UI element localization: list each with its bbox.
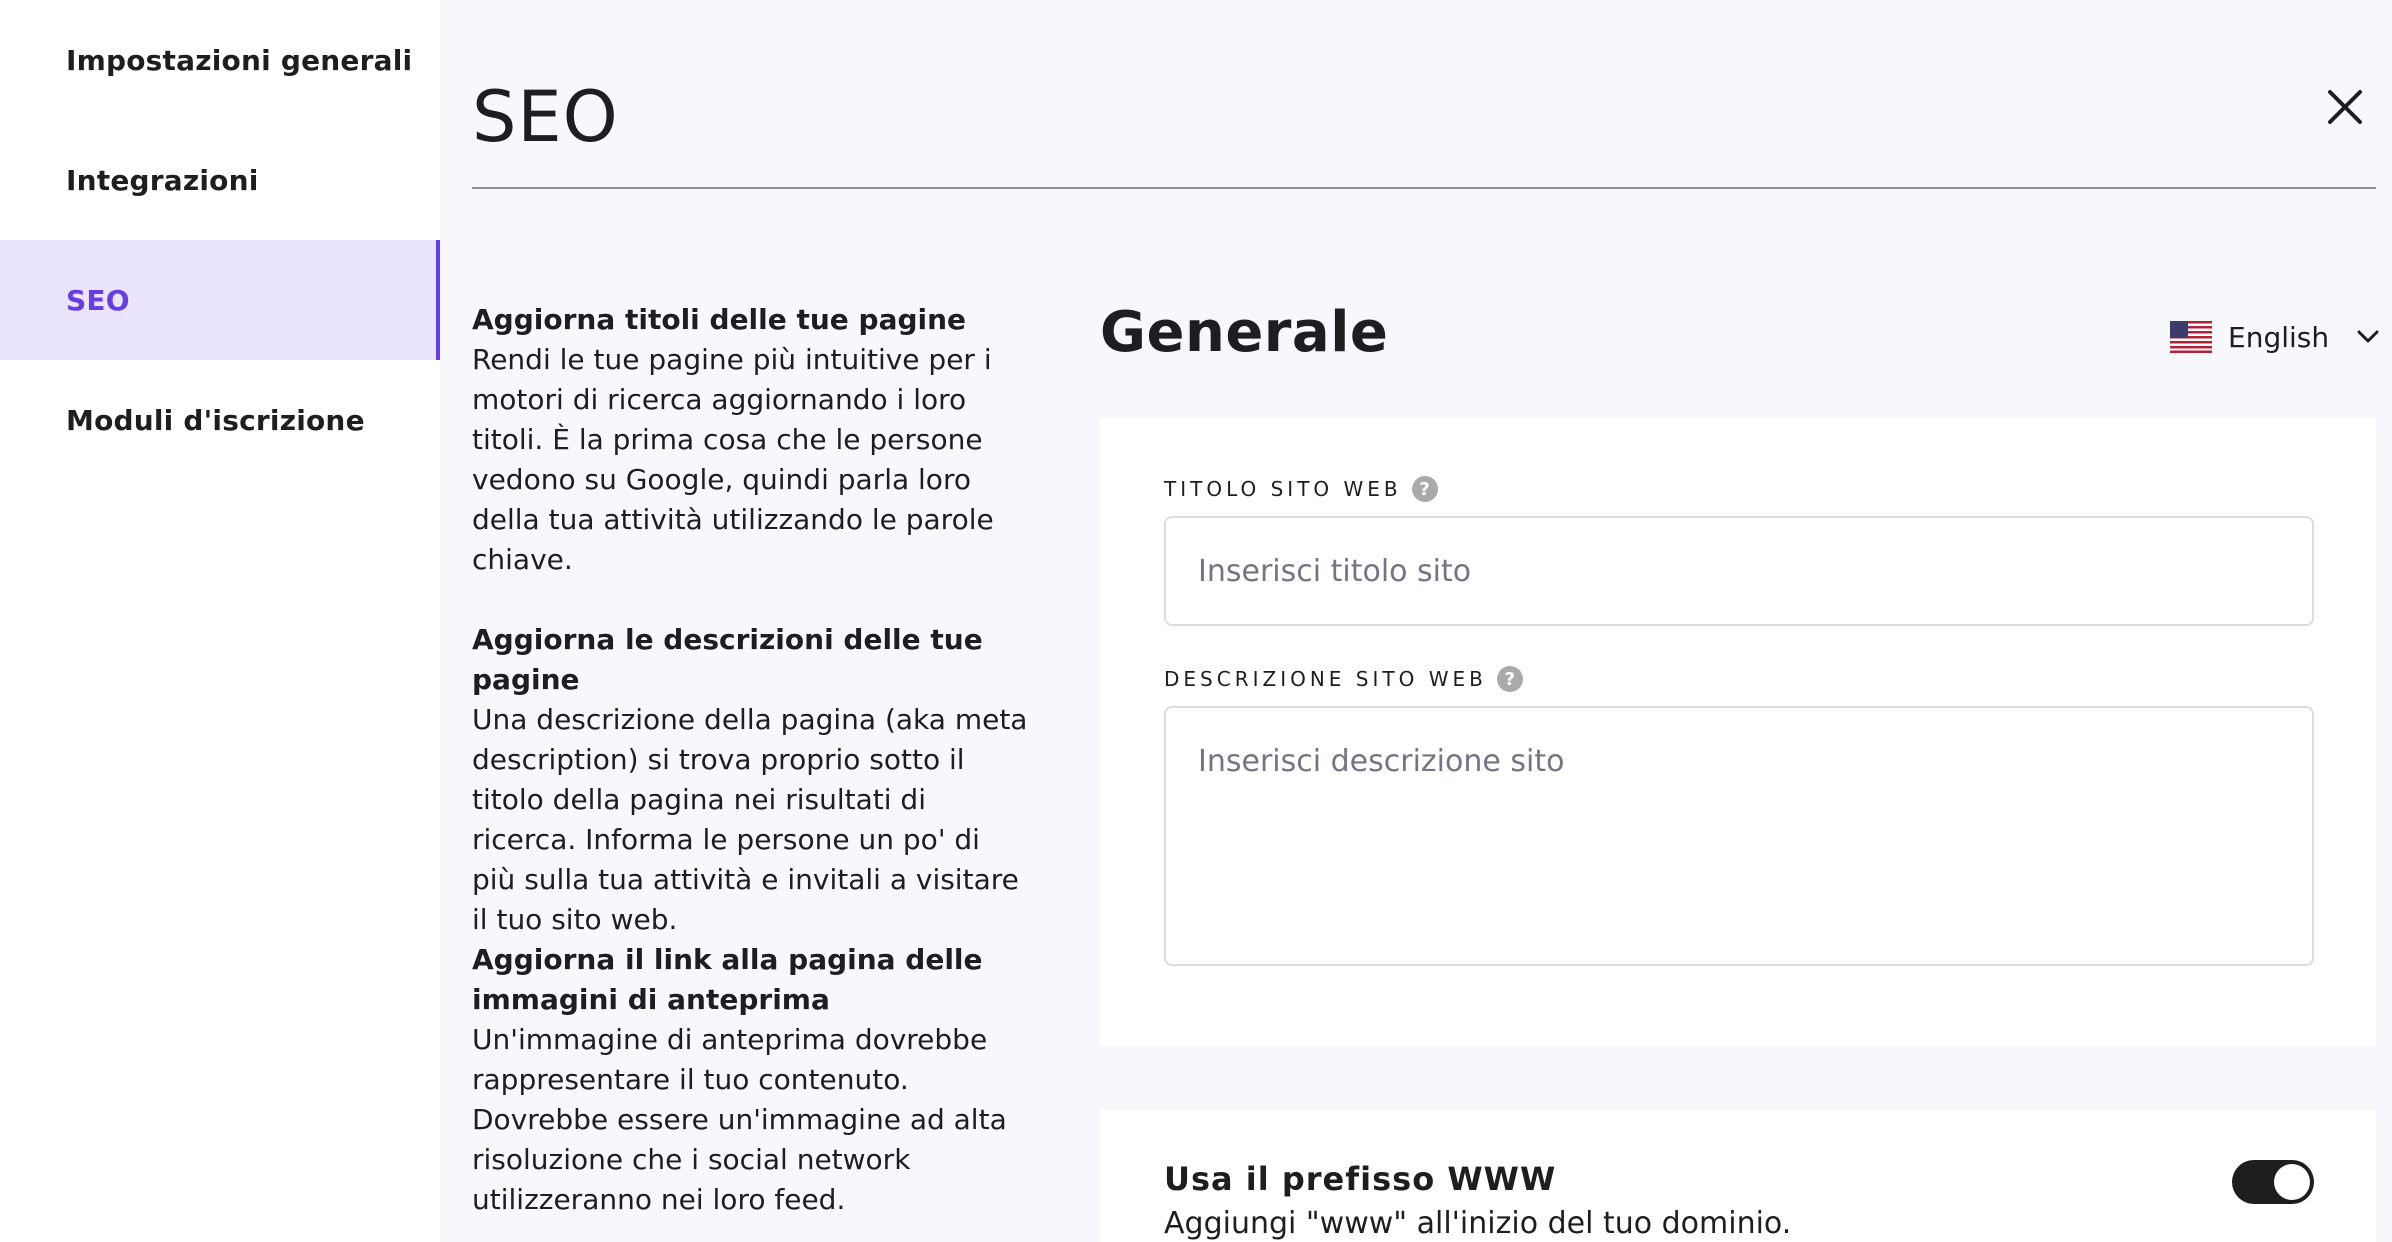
page-title: SEO <box>472 76 619 158</box>
title-divider <box>472 187 2376 189</box>
sidebar-item-general-settings[interactable]: Impostazioni generali <box>0 0 440 120</box>
close-button[interactable] <box>2320 82 2370 132</box>
site-title-label: TITOLO SITO WEB ? <box>1164 476 1438 502</box>
help-heading: Aggiorna il link alla pagina delle immag… <box>472 943 983 1016</box>
general-settings-card: TITOLO SITO WEB ? DESCRIZIONE SITO WEB ? <box>1100 418 2376 1046</box>
help-icon[interactable]: ? <box>1496 666 1523 692</box>
www-prefix-card: Usa il prefisso WWW Aggiungi "www" all'i… <box>1100 1110 2376 1242</box>
chevron-down-icon <box>2357 330 2379 343</box>
site-title-input[interactable] <box>1164 516 2314 626</box>
site-title-label-text: TITOLO SITO WEB <box>1164 477 1402 501</box>
sidebar-item-label: SEO <box>66 283 130 317</box>
help-heading: Aggiorna le descrizioni delle tue pagine <box>472 623 983 696</box>
help-body: Un'immagine di anteprima dovrebbe rappre… <box>472 1023 1007 1216</box>
help-heading: Aggiorna titoli delle tue pagine <box>472 303 967 336</box>
sidebar-item-integrations[interactable]: Integrazioni <box>0 120 440 240</box>
help-icon[interactable]: ? <box>1411 476 1438 502</box>
help-body: Rendi le tue pagine più intuitive per i … <box>472 343 994 576</box>
section-title: Generale <box>1100 300 1389 365</box>
close-icon <box>2328 90 2362 124</box>
www-prefix-description: Aggiungi "www" all'inizio del tuo domini… <box>1164 1206 1792 1241</box>
us-flag-icon <box>2170 321 2212 353</box>
sidebar-item-label: Impostazioni generali <box>66 43 413 77</box>
help-block-titles: Aggiorna titoli delle tue pagine Rendi l… <box>472 300 1032 580</box>
language-label: English <box>2228 320 2330 354</box>
toggle-knob <box>2274 1164 2310 1200</box>
sidebar-item-seo[interactable]: SEO <box>0 240 440 360</box>
help-block-preview-image: Aggiorna il link alla pagina delle immag… <box>472 940 1032 1220</box>
sidebar: Impostazioni generali Integrazioni SEO M… <box>0 0 440 1242</box>
help-body: Una descrizione della pagina (aka meta d… <box>472 703 1028 936</box>
www-prefix-title: Usa il prefisso WWW <box>1164 1160 1557 1198</box>
main-panel: SEO Aggiorna titoli delle tue pagine Ren… <box>440 0 2392 1242</box>
sidebar-item-signup-forms[interactable]: Moduli d'iscrizione <box>0 360 440 480</box>
sidebar-item-label: Moduli d'iscrizione <box>66 403 365 437</box>
site-description-label: DESCRIZIONE SITO WEB ? <box>1164 666 1523 692</box>
www-prefix-toggle[interactable] <box>2232 1160 2314 1204</box>
sidebar-item-label: Integrazioni <box>66 163 259 197</box>
site-description-label-text: DESCRIZIONE SITO WEB <box>1164 667 1487 691</box>
site-description-input[interactable] <box>1164 706 2314 966</box>
language-select[interactable]: English <box>2170 312 2379 362</box>
help-block-descriptions: Aggiorna le descrizioni delle tue pagine… <box>472 620 1032 940</box>
